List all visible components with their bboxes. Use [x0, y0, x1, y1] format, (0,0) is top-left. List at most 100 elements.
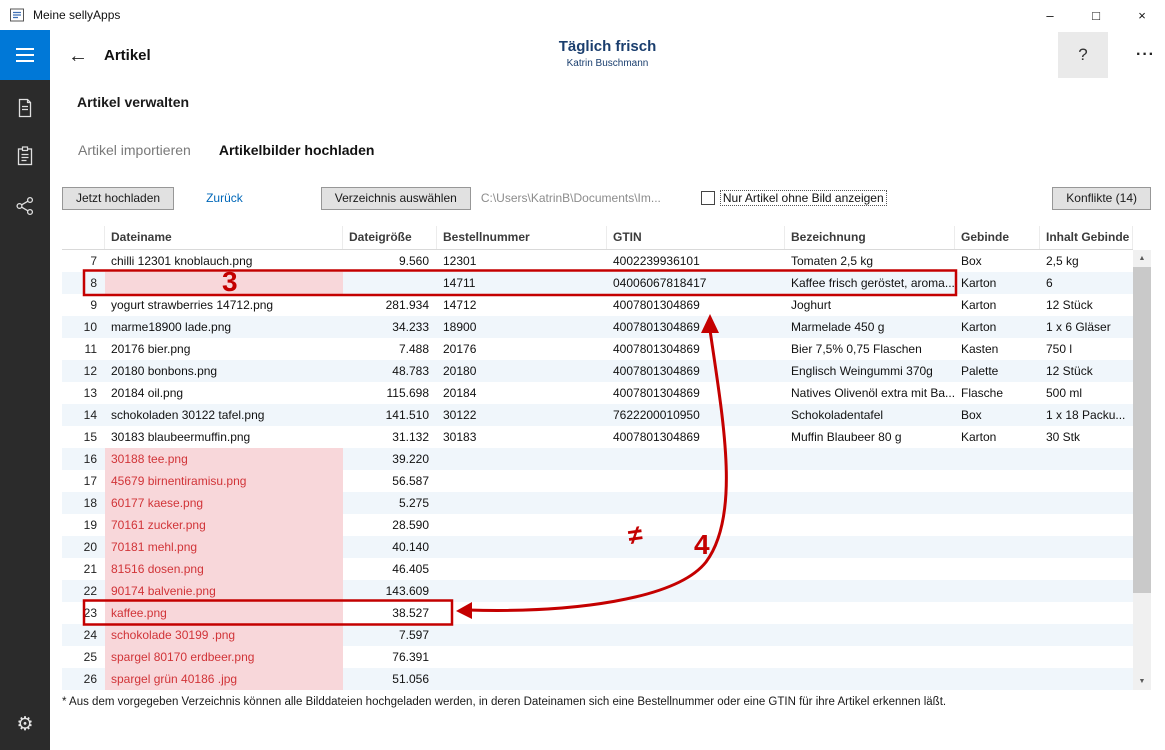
cell-order — [437, 558, 607, 580]
cell-size: 7.488 — [343, 338, 437, 360]
scroll-up-arrow-icon[interactable]: ▲ — [1133, 250, 1151, 267]
cell-file: 20184 oil.png — [105, 382, 343, 404]
table-row[interactable]: 1745679 birnentiramisu.png56.587 — [62, 470, 1133, 492]
articles-table: DateinameDateigrößeBestellnummerGTINBeze… — [62, 226, 1151, 690]
table-row[interactable]: 9yogurt strawberries 14712.png281.934147… — [62, 294, 1133, 316]
minimize-button[interactable]: – — [1027, 0, 1073, 30]
cell-qty: 12 Stück — [1040, 294, 1133, 316]
column-header-1[interactable]: Dateiname — [105, 226, 343, 249]
filter-checkbox[interactable] — [701, 191, 715, 205]
cell-name — [785, 448, 955, 470]
account-header: Täglich frisch Katrin Buschmann — [50, 38, 1165, 69]
table-row[interactable]: 14schokoladen 30122 tafel.png141.5103012… — [62, 404, 1133, 426]
maximize-button[interactable]: □ — [1073, 0, 1119, 30]
cell-num: 12 — [62, 360, 105, 382]
column-header-6[interactable]: Gebinde — [955, 226, 1040, 249]
column-header-5[interactable]: Bezeichnung — [785, 226, 955, 249]
vertical-scrollbar[interactable]: ▲ ▼ — [1133, 250, 1151, 690]
sidebar-item-import[interactable] — [0, 88, 50, 128]
more-options-button[interactable]: ··· — [1136, 46, 1155, 64]
help-button[interactable]: ? — [1058, 32, 1108, 78]
cell-qty — [1040, 668, 1133, 690]
cell-order — [437, 646, 607, 668]
app-shell: ⚙ ← Artikel Täglich frisch Katrin Buschm… — [0, 30, 1165, 750]
table-row[interactable]: 1860177 kaese.png5.275 — [62, 492, 1133, 514]
tab-artikelbilder-hochladen[interactable]: Artikelbilder hochladen — [219, 142, 375, 158]
table-row[interactable]: 2181516 dosen.png46.405 — [62, 558, 1133, 580]
tab-artikel-importieren[interactable]: Artikel importieren — [78, 142, 191, 158]
cell-pack: Flasche — [955, 382, 1040, 404]
cell-pack — [955, 492, 1040, 514]
sidebar-item-share[interactable] — [0, 186, 50, 226]
cell-order — [437, 602, 607, 624]
table-row[interactable]: 2290174 balvenie.png143.609 — [62, 580, 1133, 602]
cell-pack: Karton — [955, 272, 1040, 294]
cell-size: 39.220 — [343, 448, 437, 470]
share-nodes-icon — [15, 196, 35, 216]
cell-pack: Box — [955, 250, 1040, 272]
scrollbar-thumb[interactable] — [1133, 267, 1151, 593]
table-row[interactable]: 1630188 tee.png39.220 — [62, 448, 1133, 470]
table-row[interactable]: 1220180 bonbons.png48.783201804007801304… — [62, 360, 1133, 382]
choose-directory-button[interactable]: Verzeichnis auswählen — [321, 187, 471, 210]
cell-pack: Box — [955, 404, 1040, 426]
filter-checkbox-group[interactable]: Nur Artikel ohne Bild anzeigen — [701, 190, 887, 206]
table-row[interactable]: 1120176 bier.png7.488201764007801304869B… — [62, 338, 1133, 360]
back-link[interactable]: Zurück — [206, 191, 243, 205]
cell-order: 14712 — [437, 294, 607, 316]
cell-pack: Karton — [955, 294, 1040, 316]
table-row[interactable]: 23kaffee.png38.527 — [62, 602, 1133, 624]
cell-num: 19 — [62, 514, 105, 536]
cell-gtin — [607, 668, 785, 690]
cell-file: 90174 balvenie.png — [105, 580, 343, 602]
column-header-rownum[interactable] — [62, 226, 105, 249]
cell-name — [785, 492, 955, 514]
column-header-2[interactable]: Dateigröße — [343, 226, 437, 249]
directory-path: C:\Users\KatrinB\Documents\Im... — [481, 191, 661, 205]
upload-now-button[interactable]: Jetzt hochladen — [62, 187, 174, 210]
cell-qty — [1040, 470, 1133, 492]
filter-checkbox-label[interactable]: Nur Artikel ohne Bild anzeigen — [720, 190, 887, 206]
conflicts-button[interactable]: Konflikte (14) — [1052, 187, 1151, 210]
cell-pack — [955, 536, 1040, 558]
table-row[interactable]: 1970161 zucker.png28.590 — [62, 514, 1133, 536]
question-mark-icon: ? — [1078, 45, 1087, 65]
cell-qty — [1040, 624, 1133, 646]
cell-name: Englisch Weingummi 370g — [785, 360, 955, 382]
table-row[interactable]: 1320184 oil.png115.698201844007801304869… — [62, 382, 1133, 404]
column-header-3[interactable]: Bestellnummer — [437, 226, 607, 249]
table-row[interactable]: 1530183 blaubeermuffin.png31.13230183400… — [62, 426, 1133, 448]
hamburger-menu-button[interactable] — [0, 30, 50, 80]
cell-num: 25 — [62, 646, 105, 668]
table-row[interactable]: 25spargel 80170 erdbeer.png76.391 — [62, 646, 1133, 668]
close-button[interactable]: × — [1119, 0, 1165, 30]
table-row[interactable]: 81471104006067818417Kaffee frisch geröst… — [62, 272, 1133, 294]
clipboard-icon — [15, 146, 35, 166]
settings-button[interactable]: ⚙ — [0, 704, 50, 744]
cell-name — [785, 668, 955, 690]
table-row[interactable]: 24schokolade 30199 .png7.597 — [62, 624, 1133, 646]
sidebar-item-articles[interactable] — [0, 136, 50, 176]
hamburger-menu-icon — [16, 60, 34, 62]
cell-size: 115.698 — [343, 382, 437, 404]
cell-gtin: 4007801304869 — [607, 338, 785, 360]
table-row[interactable]: 26spargel grün 40186 .jpg51.056 — [62, 668, 1133, 690]
table-row[interactable]: 2070181 mehl.png40.140 — [62, 536, 1133, 558]
table-row[interactable]: 10marme18900 lade.png34.2331890040078013… — [62, 316, 1133, 338]
scroll-down-arrow-icon[interactable]: ▼ — [1133, 673, 1151, 690]
cell-size — [343, 272, 437, 294]
cell-order: 12301 — [437, 250, 607, 272]
cell-file: schokolade 30199 .png — [105, 624, 343, 646]
table-row[interactable]: 7chilli 12301 knoblauch.png9.56012301400… — [62, 250, 1133, 272]
cell-order — [437, 668, 607, 690]
cell-qty — [1040, 602, 1133, 624]
cell-qty: 1 x 6 Gläser — [1040, 316, 1133, 338]
column-header-4[interactable]: GTIN — [607, 226, 785, 249]
cell-name: Natives Olivenöl extra mit Ba... — [785, 382, 955, 404]
cell-gtin — [607, 470, 785, 492]
cell-order — [437, 536, 607, 558]
column-header-7[interactable]: Inhalt Gebinde — [1040, 226, 1133, 249]
cell-size: 5.275 — [343, 492, 437, 514]
table-header-row: DateinameDateigrößeBestellnummerGTINBeze… — [62, 226, 1133, 250]
cell-size: 51.056 — [343, 668, 437, 690]
